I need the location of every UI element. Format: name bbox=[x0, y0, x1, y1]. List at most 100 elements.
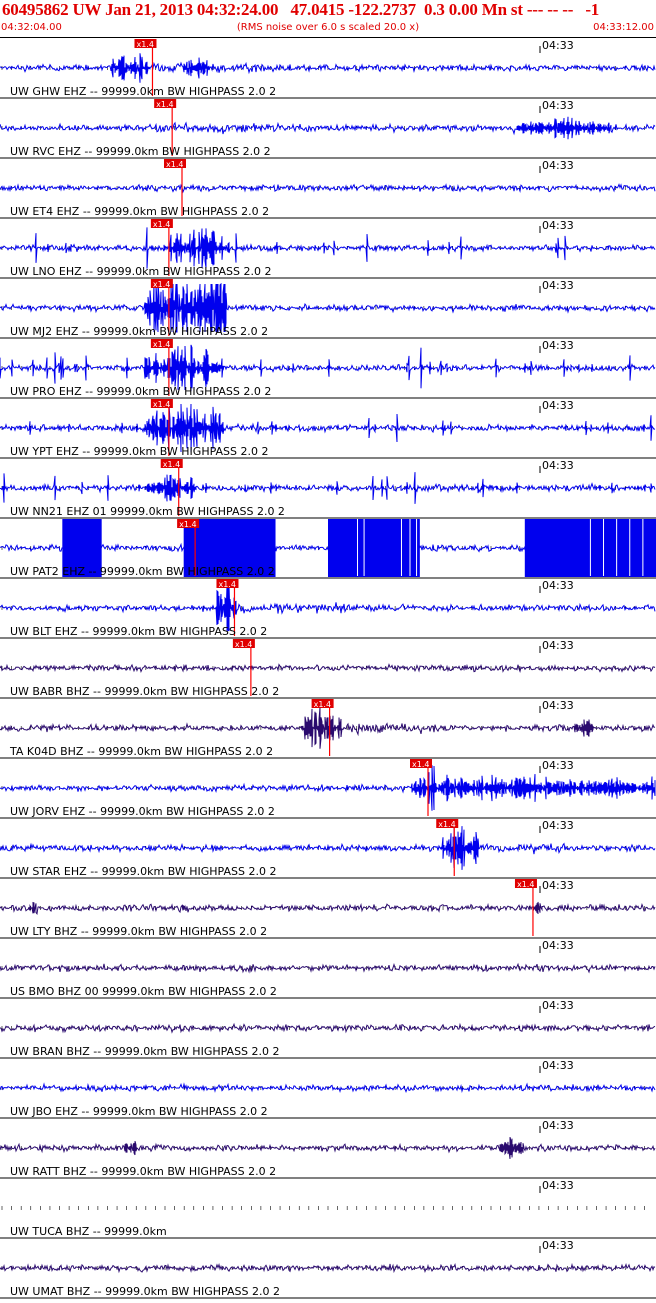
waveform bbox=[0, 826, 656, 870]
minute-label: 04:33 bbox=[542, 879, 574, 892]
trace-row: 04:33 UW JBO EHZ -- 99999.0km BW HIGHPASS… bbox=[0, 1059, 656, 1119]
trace-row: 04:33 US BMO BHZ 00 99999.0km BW HIGHPASS… bbox=[0, 939, 656, 999]
trace-row: 04:33 x1.4 UW NN21 EHZ 01 99999.0km BW HIG… bbox=[0, 459, 656, 519]
minute-label: 04:33 bbox=[542, 399, 574, 412]
pick-label: x1.4 bbox=[218, 580, 235, 589]
station-label: UW GHW EHZ -- 99999.0km BW HIGHPASS 2.0 … bbox=[10, 85, 276, 98]
pick-label: x1.4 bbox=[179, 520, 196, 529]
end-time: 04:33:12.00 bbox=[593, 22, 654, 33]
seismogram-plot: 04:33 x1.4 UW GHW EHZ -- 99999.0km BW HIGH… bbox=[0, 39, 656, 1299]
station-label: TA K04D BHZ -- 99999.0km BW HIGHPASS 2.0… bbox=[9, 745, 273, 758]
pick-label: x1.4 bbox=[153, 340, 170, 349]
waveform bbox=[0, 1082, 656, 1094]
trace-row: 04:33 x1.4 TA K04D BHZ -- 99999.0km BW HIG… bbox=[0, 699, 656, 759]
waveform bbox=[0, 765, 656, 811]
pick-label: x1.4 bbox=[136, 40, 153, 49]
station-label: UW TUCA BHZ -- 99999.0km bbox=[10, 1225, 167, 1238]
trace-row: 04:33 UW TUCA BHZ -- 99999.0km bbox=[0, 1179, 656, 1239]
waveform bbox=[0, 663, 656, 674]
trace-row: 04:33 x1.4 UW BLT EHZ -- 99999.0km BW HIGH… bbox=[0, 579, 656, 639]
trace-row: 04:33 UW UMAT BHZ -- 99999.0km BW HIGHPAS… bbox=[0, 1239, 656, 1299]
trace-row: 04:33 x1.4 UW PRO EHZ -- 99999.0km BW HIGH… bbox=[0, 339, 656, 399]
trace-row: 04:33 x1.4 UW MJ2 EHZ -- 99999.0km BW HIGH… bbox=[0, 279, 656, 339]
minute-label: 04:33 bbox=[542, 579, 574, 592]
station-label: UW JBO EHZ -- 99999.0km BW HIGHPASS 2.0 … bbox=[10, 1105, 268, 1118]
station-label: UW BRAN BHZ -- 99999.0km BW HIGHPASS 2.0… bbox=[10, 1045, 280, 1058]
waveform bbox=[0, 472, 656, 504]
scale-note: (RMS noise over 6.0 s scaled 20.0 x) bbox=[236, 22, 420, 33]
waveform bbox=[0, 227, 656, 269]
waveform bbox=[0, 1022, 656, 1034]
waveform bbox=[0, 901, 656, 915]
minute-label: 04:33 bbox=[542, 459, 574, 472]
minute-label: 04:33 bbox=[542, 699, 574, 712]
trace-row: 04:33 x1.4 UW STAR EHZ -- 99999.0km BW HIG… bbox=[0, 819, 656, 879]
waveform bbox=[0, 585, 656, 632]
station-label: UW LTY BHZ -- 99999.0km BW HIGHPASS 2.0 … bbox=[10, 925, 267, 938]
waveform bbox=[0, 53, 656, 83]
pick-label: x1.4 bbox=[153, 280, 170, 289]
pick-label: x1.4 bbox=[235, 640, 252, 649]
minute-label: 04:33 bbox=[542, 1239, 574, 1252]
station-label: UW UMAT BHZ -- 99999.0km BW HIGHPASS 2.0… bbox=[10, 1285, 280, 1298]
station-label: US BMO BHZ 00 99999.0km BW HIGHPASS 2.0 … bbox=[10, 985, 277, 998]
minute-label: 04:33 bbox=[542, 819, 574, 832]
waveform bbox=[0, 1262, 656, 1274]
station-label: UW PAT2 EHZ -- 99999.0km BW HIGHPASS 2.0… bbox=[10, 565, 275, 578]
header: 60495862 UW Jan 21, 2013 04:32:24.00 47.… bbox=[0, 0, 656, 37]
trace-row: 04:33 x1.4 UW LTY BHZ -- 99999.0km BW HIGH… bbox=[0, 879, 656, 939]
pick-label: x1.4 bbox=[166, 160, 183, 169]
station-label: UW RATT BHZ -- 99999.0km BW HIGHPASS 2.0… bbox=[10, 1165, 276, 1178]
trace-row: 04:33 UW BRAN BHZ -- 99999.0km BW HIGHPAS… bbox=[0, 999, 656, 1059]
station-label: UW JORV EHZ -- 99999.0km BW HIGHPASS 2.0… bbox=[10, 805, 275, 818]
trace-row: 04:33 x1.4 UW GHW EHZ -- 99999.0km BW HIGH… bbox=[0, 39, 656, 99]
trace-row: 04:33 x1.4 UW YPT EHZ -- 99999.0km BW HIGH… bbox=[0, 399, 656, 459]
pick-label: x1.4 bbox=[438, 820, 455, 829]
minute-label: 04:33 bbox=[542, 99, 574, 112]
waveform bbox=[0, 707, 656, 749]
station-label: UW NN21 EHZ 01 99999.0km BW HIGHPASS 2.0… bbox=[10, 505, 285, 518]
station-label: UW YPT EHZ -- 99999.0km BW HIGHPASS 2.0 … bbox=[10, 445, 269, 458]
pick-label: x1.4 bbox=[153, 400, 170, 409]
minute-label: 04:33 bbox=[542, 999, 574, 1012]
minute-label: 04:33 bbox=[542, 939, 574, 952]
clipped-block bbox=[328, 519, 420, 577]
trace-row: 04:33 x1.4 UW BABR BHZ -- 99999.0km BW HIG… bbox=[0, 639, 656, 699]
pick-label: x1.4 bbox=[153, 220, 170, 229]
minute-label: 04:33 bbox=[542, 1119, 574, 1132]
station-label: UW RVC EHZ -- 99999.0km BW HIGHPASS 2.0 … bbox=[10, 145, 271, 158]
station-label: UW ET4 EHZ -- 99999.0km BW HIGHPASS 2.0 … bbox=[10, 205, 269, 218]
station-label: UW BLT EHZ -- 99999.0km BW HIGHPASS 2.0 … bbox=[10, 625, 267, 638]
waveform bbox=[0, 183, 656, 194]
trace-row: 04:33x1.4UW PAT2 EHZ -- 99999.0km BW HIG… bbox=[0, 519, 656, 579]
pick-label: x1.4 bbox=[517, 880, 534, 889]
trace-row: 04:33 x1.4 UW LNO EHZ -- 99999.0km BW HIGH… bbox=[0, 219, 656, 279]
station-label: UW BABR BHZ -- 99999.0km BW HIGHPASS 2.0… bbox=[10, 685, 279, 698]
station-label: UW MJ2 EHZ -- 99999.0km BW HIGHPASS 2.0 … bbox=[10, 325, 268, 338]
seismogram-panel: 04:33 x1.4 UW GHW EHZ -- 99999.0km BW HIGH… bbox=[0, 37, 656, 1299]
minute-label: 04:33 bbox=[542, 219, 574, 232]
minute-label: 04:33 bbox=[542, 159, 574, 172]
station-label: UW LNO EHZ -- 99999.0km BW HIGHPASS 2.0 … bbox=[10, 265, 271, 278]
trace-row: 04:33 x1.4 UW JORV EHZ -- 99999.0km BW HIG… bbox=[0, 759, 656, 819]
minute-label: 04:33 bbox=[542, 39, 574, 52]
pick-label: x1.4 bbox=[156, 100, 173, 109]
waveform bbox=[0, 1136, 656, 1159]
waveform bbox=[0, 116, 656, 140]
minute-label: 04:33 bbox=[542, 279, 574, 292]
pick-label: x1.4 bbox=[163, 460, 180, 469]
trace-row: 04:33 x1.4 UW ET4 EHZ -- 99999.0km BW HIGH… bbox=[0, 159, 656, 219]
station-label: UW STAR EHZ -- 99999.0km BW HIGHPASS 2.0… bbox=[10, 865, 276, 878]
event-title: 60495862 UW Jan 21, 2013 04:32:24.00 47.… bbox=[2, 0, 600, 19]
minute-label: 04:33 bbox=[542, 759, 574, 772]
station-label: UW PRO EHZ -- 99999.0km BW HIGHPASS 2.0 … bbox=[10, 385, 271, 398]
trace-row: 04:33 UW RATT BHZ -- 99999.0km BW HIGHPAS… bbox=[0, 1119, 656, 1179]
minute-label: 04:33 bbox=[542, 1059, 574, 1072]
minute-label: 04:33 bbox=[542, 339, 574, 352]
waveform bbox=[0, 962, 656, 974]
trace-row: 04:33 x1.4 UW RVC EHZ -- 99999.0km BW HIGH… bbox=[0, 99, 656, 159]
minute-label: 04:33 bbox=[542, 1179, 574, 1192]
minute-label: 04:33 bbox=[542, 639, 574, 652]
pick-label: x1.4 bbox=[314, 700, 331, 709]
pick-label: x1.4 bbox=[412, 760, 429, 769]
